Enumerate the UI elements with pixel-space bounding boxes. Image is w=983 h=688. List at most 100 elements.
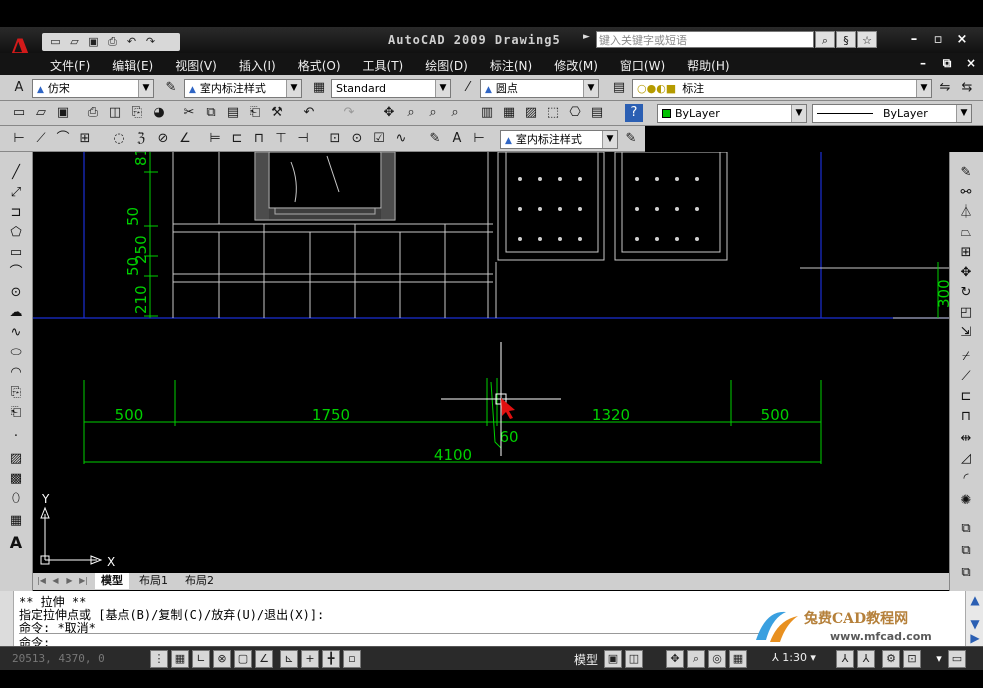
zoom-realtime-icon[interactable]: ⌕	[402, 104, 420, 122]
auto-scale-button[interactable]: ⅄	[857, 650, 875, 668]
maximize-icon[interactable]: ▫	[929, 31, 947, 48]
baseline-dimension-icon[interactable]: ⊏	[228, 130, 246, 148]
quick-view-drawings-button[interactable]: ◫	[625, 650, 643, 668]
favorites-star-icon[interactable]: ☆	[857, 31, 877, 48]
redo-icon[interactable]: ↷	[340, 104, 358, 122]
break-icon[interactable]: ⊓	[956, 408, 976, 426]
block-editor-icon[interactable]: ⚒	[268, 104, 286, 122]
trim-icon[interactable]: ⌿	[956, 348, 976, 366]
layer-properties-icon[interactable]: ▤	[610, 79, 628, 97]
menu-help[interactable]: 帮助(H)	[687, 57, 729, 74]
offset-icon[interactable]: ⏢	[956, 224, 976, 242]
region-icon[interactable]: ⬯	[6, 490, 26, 508]
make-block-icon[interactable]: ⎗	[6, 404, 26, 422]
tolerance-icon[interactable]: ⊡	[326, 130, 344, 148]
zoom-button[interactable]: ⌕	[687, 650, 705, 668]
properties-icon[interactable]: ▥	[478, 104, 496, 122]
menu-edit[interactable]: 编辑(E)	[112, 57, 153, 74]
command-scrollbar[interactable]: ▲ ▼ ▶	[965, 591, 983, 646]
dimension-text-edit-icon[interactable]: A	[448, 130, 466, 148]
jogged-linear-icon[interactable]: ∿	[392, 130, 410, 148]
arc-length-icon[interactable]: ⌒	[54, 130, 72, 148]
3d-dwf-icon[interactable]: ◕	[150, 104, 168, 122]
doc-close-icon[interactable]: ×	[963, 55, 979, 71]
undo-icon[interactable]: ↶	[124, 35, 139, 49]
tab-model[interactable]: 模型	[95, 573, 129, 589]
dimension-style-manager-icon[interactable]: ✎	[622, 130, 640, 148]
last-tab-icon[interactable]: ▶|	[77, 575, 90, 587]
multileader-style-combo[interactable]: ▲ 圆点 ▼	[480, 79, 599, 98]
layer-combo[interactable]: ○●◐■ 标注 ▼	[632, 79, 932, 98]
sheet-set-icon[interactable]: ⬚	[544, 104, 562, 122]
scroll-down-icon[interactable]: ▶	[967, 631, 983, 645]
doc-restore-icon[interactable]: ⧉	[939, 55, 955, 71]
linetype-combo[interactable]: ByLayer ▼	[812, 104, 972, 123]
angular-dimension-icon[interactable]: ∠	[176, 130, 194, 148]
aligned-dimension-icon[interactable]: ⟋	[32, 130, 50, 148]
open-icon[interactable]: ▱	[32, 104, 50, 122]
break-at-point-icon[interactable]: ⊏	[956, 388, 976, 406]
polyline-icon[interactable]: ⊐	[6, 204, 26, 222]
first-tab-icon[interactable]: |◀	[35, 575, 48, 587]
prev-tab-icon[interactable]: ◀	[49, 575, 62, 587]
rotate-icon[interactable]: ↻	[956, 284, 976, 302]
plot-preview-icon[interactable]: ◫	[106, 104, 124, 122]
new-file-icon[interactable]: ▭	[48, 35, 63, 49]
quickcalc-icon[interactable]: ▤	[588, 104, 606, 122]
text-style-icon[interactable]: A	[10, 79, 28, 97]
rectangle-icon[interactable]: ▭	[6, 244, 26, 262]
publish-icon[interactable]: ⎘	[128, 104, 146, 122]
quick-properties-button[interactable]: ▫	[343, 650, 361, 668]
zoom-previous-icon[interactable]: ⌕	[446, 104, 464, 122]
status-menu-icon[interactable]: ▾	[930, 650, 948, 668]
dimension-break-icon[interactable]: ⊣	[294, 130, 312, 148]
spline-icon[interactable]: ∿	[6, 324, 26, 342]
point-icon[interactable]: ·	[6, 428, 26, 446]
menu-format[interactable]: 格式(O)	[298, 57, 341, 74]
draworder-text-icon[interactable]: ⧉	[956, 564, 976, 582]
layer-previous-icon[interactable]: ⇆	[958, 79, 976, 97]
print-icon[interactable]: ⎙	[105, 35, 120, 49]
table-icon[interactable]: ▦	[6, 512, 26, 530]
clean-screen-button[interactable]: ▭	[948, 650, 966, 668]
markup-icon[interactable]: ⎔	[566, 104, 584, 122]
dimension-space-icon[interactable]: ⊤	[272, 130, 290, 148]
circle-icon[interactable]: ⊙	[6, 284, 26, 302]
copy-icon[interactable]: ⧉	[202, 104, 220, 122]
menu-dimension[interactable]: 标注(N)	[490, 57, 532, 74]
save-icon[interactable]: ▣	[54, 104, 72, 122]
multileader-style-icon[interactable]: ⁄	[459, 79, 477, 97]
dynamic-input-button[interactable]: +	[301, 650, 319, 668]
zoom-window-icon[interactable]: ⌕	[424, 104, 442, 122]
workspace-switch-button[interactable]: ⚙	[882, 650, 900, 668]
infocenter-search-input[interactable]: 键入关键字或短语	[596, 31, 814, 48]
command-window-handle[interactable]	[0, 591, 14, 646]
construction-line-icon[interactable]: ⤢	[6, 184, 26, 202]
search-expand-icon[interactable]: ►	[583, 32, 590, 42]
chevron-down-icon[interactable]: ▼	[583, 80, 598, 97]
lineweight-button[interactable]: ╋	[322, 650, 340, 668]
minimize-icon[interactable]: –	[905, 31, 923, 48]
menu-file[interactable]: 文件(F)	[50, 57, 90, 74]
draworder-back-icon[interactable]: ⧉	[956, 542, 976, 560]
match-properties-icon[interactable]: ⎗	[246, 104, 264, 122]
chevron-down-icon[interactable]: ▼	[791, 105, 806, 122]
ordinate-dimension-icon[interactable]: ⊞	[76, 130, 94, 148]
open-folder-icon[interactable]: ▱	[67, 35, 82, 49]
draworder-front-icon[interactable]: ⧉	[956, 520, 976, 538]
quick-view-layouts-button[interactable]: ▣	[604, 650, 622, 668]
stretch-icon[interactable]: ⇲	[956, 324, 976, 342]
menu-view[interactable]: 视图(V)	[175, 57, 217, 74]
pan-icon[interactable]: ✥	[380, 104, 398, 122]
scale-icon[interactable]: ◰	[956, 304, 976, 322]
scroll-up-icon[interactable]: ▲	[967, 593, 983, 607]
polar-tracking-button[interactable]: ⊗	[213, 650, 231, 668]
help-icon[interactable]: ?	[625, 104, 643, 122]
new-icon[interactable]: ▭	[10, 104, 28, 122]
showmotion-button[interactable]: ▦	[729, 650, 747, 668]
chevron-down-icon[interactable]: ▼	[602, 131, 617, 148]
coordinate-readout[interactable]: 20513, 4370, 0	[12, 652, 105, 665]
tool-palettes-icon[interactable]: ▨	[522, 104, 540, 122]
table-style-icon[interactable]: ▦	[310, 79, 328, 97]
annotation-visibility-button[interactable]: ⅄	[836, 650, 854, 668]
